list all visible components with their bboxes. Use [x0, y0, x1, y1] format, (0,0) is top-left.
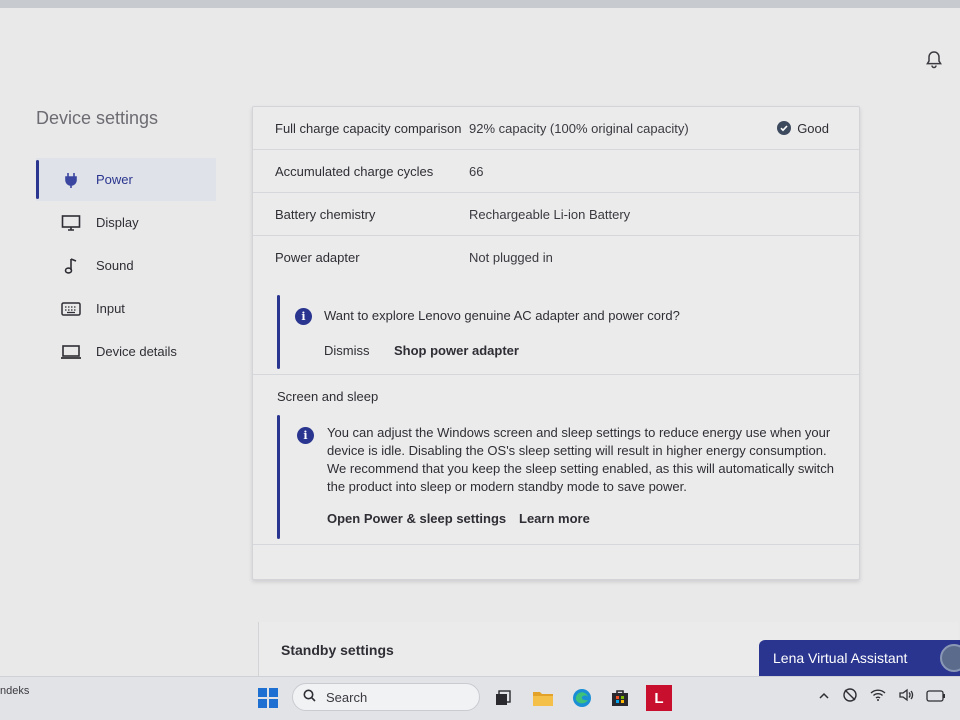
dismiss-button[interactable]: Dismiss [324, 343, 370, 358]
system-tray [818, 687, 946, 708]
battery-row-adapter: Power adapter Not plugged in [253, 236, 859, 279]
shop-power-adapter-link[interactable]: Shop power adapter [394, 343, 519, 358]
sidebar-item-label: Device details [96, 344, 177, 359]
row-label: Accumulated charge cycles [275, 163, 434, 179]
lenovo-vantage-app-icon[interactable]: L [646, 685, 672, 711]
open-power-sleep-settings-link[interactable]: Open Power & sleep settings [327, 511, 506, 526]
info-icon: i [295, 308, 312, 325]
sidebar: Power Display Sound Input Device details [36, 158, 216, 373]
row-label: Power adapter [275, 250, 360, 265]
row-value: Rechargeable Li-ion Battery [469, 206, 631, 222]
edge-browser-icon[interactable] [569, 685, 595, 711]
store-icon[interactable] [607, 685, 633, 711]
assistant-avatar-icon [940, 644, 960, 672]
battery-row-chemistry: Battery chemistry Rechargeable Li-ion Ba… [253, 193, 859, 236]
row-label: Battery chemistry [275, 206, 376, 222]
taskbar-left-text: ndeks [0, 685, 30, 697]
windows-start-icon[interactable] [258, 688, 278, 708]
section-divider [253, 544, 859, 545]
notice-line: We recommend that you keep the sleep set… [327, 461, 835, 476]
keyboard-icon [60, 298, 82, 320]
wifi-icon[interactable] [870, 688, 886, 707]
chevron-up-icon[interactable] [818, 689, 830, 707]
sidebar-item-label: Input [96, 301, 125, 316]
plug-icon [60, 169, 82, 191]
sidebar-item-label: Power [96, 172, 133, 187]
search-placeholder: Search [326, 689, 368, 705]
laptop-icon [60, 341, 82, 363]
row-value: 92% capacity (100% original capacity) [469, 120, 689, 136]
screen-sleep-notice: i You can adjust the Windows screen and … [277, 415, 853, 539]
notice-message: You can adjust the Windows screen and sl… [327, 424, 834, 496]
file-explorer-icon[interactable] [530, 685, 556, 711]
learn-more-link[interactable]: Learn more [519, 511, 590, 526]
virtual-assistant-button[interactable]: Lena Virtual Assistant [759, 640, 960, 676]
search-icon [303, 689, 316, 705]
battery-row-cycles: Accumulated charge cycles 66 [253, 150, 859, 193]
notice-line: You can adjust the Windows screen and sl… [327, 425, 831, 440]
sidebar-item-label: Display [96, 215, 139, 230]
battery-info-card: Full charge capacity comparison 92% capa… [252, 106, 860, 580]
privacy-icon[interactable] [842, 687, 858, 708]
notification-bell-icon[interactable] [922, 48, 946, 72]
speaker-icon[interactable] [898, 688, 914, 707]
notice-accent-bar [277, 295, 280, 369]
row-value: 66 [469, 163, 484, 179]
battery-row-capacity: Full charge capacity comparison 92% capa… [253, 107, 859, 150]
taskbar-search-box[interactable]: Search [292, 683, 480, 711]
lenovo-app-letter: L [654, 689, 664, 707]
taskbar: ndeks Search L [0, 676, 960, 720]
notice-line: the product into sleep or modern standby… [327, 479, 687, 494]
task-view-icon[interactable] [490, 685, 516, 711]
check-circle-icon [777, 121, 792, 135]
status-badge: Good [777, 121, 829, 136]
sidebar-item-display[interactable]: Display [36, 201, 216, 244]
row-value: Not plugged in [469, 250, 553, 265]
sidebar-item-label: Sound [96, 258, 134, 273]
music-note-icon [60, 255, 82, 277]
info-icon: i [297, 427, 314, 444]
assistant-label: Lena Virtual Assistant [773, 650, 908, 666]
section-title-standby: Standby settings [281, 642, 394, 658]
window-top-edge [0, 0, 960, 8]
row-label: Full charge capacity comparison [275, 120, 462, 136]
monitor-icon [60, 212, 82, 234]
notice-line: device is idle. Disabling the OS's sleep… [327, 443, 827, 458]
notice-message: Want to explore Lenovo genuine AC adapte… [324, 308, 680, 323]
sidebar-item-power[interactable]: Power [36, 158, 216, 201]
sidebar-item-sound[interactable]: Sound [36, 244, 216, 287]
page-title: Device settings [36, 108, 159, 128]
adapter-notice: i Want to explore Lenovo genuine AC adap… [277, 295, 853, 369]
section-title-screen-sleep: Screen and sleep [277, 389, 379, 404]
battery-icon[interactable] [926, 689, 946, 707]
status-text: Good [797, 120, 829, 136]
notice-accent-bar [277, 415, 280, 539]
sidebar-item-input[interactable]: Input [36, 287, 216, 330]
section-divider [253, 374, 859, 375]
sidebar-item-device-details[interactable]: Device details [36, 330, 216, 373]
